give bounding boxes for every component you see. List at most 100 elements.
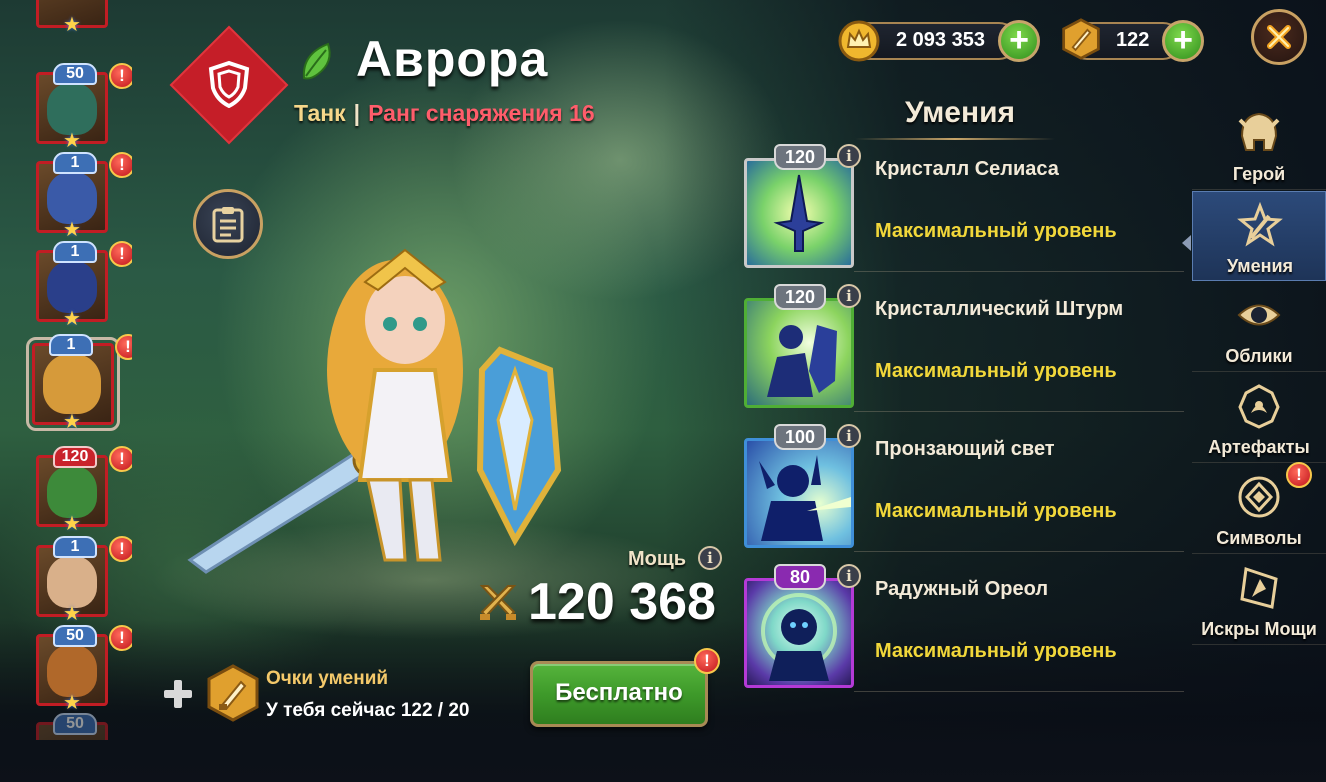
piercing-light-skill-icon[interactable] [744, 438, 854, 548]
add-gold-button[interactable]: + [998, 20, 1040, 62]
skill-status: Максимальный уровень [875, 640, 1117, 662]
nav-active-pointer [1182, 235, 1191, 251]
free-button-alert-icon: ! [694, 648, 720, 674]
skill-points-title: Очки умений [266, 668, 389, 689]
hero-slot[interactable]: 1 ! ★ [36, 536, 132, 625]
alert-icon: ! [109, 152, 132, 178]
leaf-icon [302, 42, 331, 80]
nav-label: Облики [1225, 346, 1293, 366]
hero-level-badge: 120 [53, 446, 97, 468]
star-icon: ★ [63, 308, 81, 330]
nav-item-power-sparks[interactable]: Искры Мощи [1192, 555, 1326, 645]
eye-icon [1237, 304, 1281, 326]
skill-row[interactable]: 80 i Радужный Ореол Максимальный уровень [744, 564, 1184, 696]
hero-list[interactable]: ★ 50 ! ★ 1 ! ★ 1 ! ★ 1 ! ★ 120 ! ★ 1 ! ★… [22, 0, 132, 740]
hero-level-badge: 1 [53, 536, 97, 558]
skill-info-icon[interactable]: i [837, 424, 861, 448]
skill-divider [854, 411, 1184, 412]
skill-name: Кристаллический Штурм [875, 298, 1124, 320]
skill-name: Радужный Ореол [875, 578, 1049, 600]
skill-name: Пронзающий свет [875, 438, 1055, 460]
hero-level-badge: 50 [53, 713, 97, 735]
artifact-icon [1238, 384, 1280, 429]
clipboard-icon [212, 207, 244, 243]
star-icon: ★ [63, 692, 81, 714]
nav-item-skins[interactable]: Облики [1192, 282, 1326, 372]
skill-info-icon[interactable]: i [837, 144, 861, 168]
skill-points-icon [207, 664, 259, 722]
power-info-icon[interactable]: i [698, 546, 722, 570]
skill-points-amount: 122 [1116, 29, 1150, 51]
nav-item-glyphs[interactable]: Символы ! [1192, 462, 1326, 554]
skill-name: Кристалл Селиаса [875, 158, 1059, 180]
add-skill-points-button[interactable]: + [1162, 20, 1204, 62]
skill-status: Максимальный уровень [875, 220, 1117, 242]
free-button[interactable]: Бесплатно [530, 661, 708, 727]
hero-slot[interactable]: 50 ! ★ [36, 625, 132, 714]
hero-slot[interactable]: 1 ! ★ [36, 241, 132, 330]
alert-icon: ! [109, 446, 132, 472]
hero-slot-selected[interactable]: 1 ! ★ [26, 334, 132, 433]
close-icon [1267, 25, 1291, 49]
power-label: Мощь [628, 548, 687, 570]
spark-icon [1240, 567, 1278, 609]
nav-label: Герой [1232, 164, 1286, 184]
sword-hex-icon [1062, 18, 1100, 60]
helmet-icon [1238, 112, 1280, 151]
skill-row[interactable]: 120 i Кристаллический Штурм Максимальный… [744, 284, 1184, 416]
skill-points-count: У тебя сейчас 122 / 20 [266, 700, 470, 721]
right-nav: Герой Умения Облики Артефакты Символы ! [1192, 100, 1326, 660]
skills-header-divider [855, 138, 1055, 140]
hero-level-badge: 50 [53, 625, 97, 647]
shield-icon [202, 56, 256, 112]
plus-icon[interactable] [162, 678, 194, 710]
hero-role: Танк [294, 100, 346, 126]
star-icon: ★ [63, 14, 81, 36]
star-icon: ★ [63, 513, 81, 535]
hero-name: Аврора [356, 31, 549, 87]
hero-info-button[interactable] [193, 189, 263, 259]
crystal-assault-skill-icon[interactable] [744, 298, 854, 408]
skill-status: Максимальный уровень [875, 500, 1117, 522]
nav-item-hero[interactable]: Герой [1192, 100, 1326, 190]
crown-coin-icon [838, 20, 880, 62]
nav-label: Умения [1226, 256, 1294, 276]
crossed-swords-icon [479, 585, 517, 620]
crystal-sword-skill-icon[interactable] [744, 158, 854, 268]
equipment-rank: Ранг снаряжения 16 [368, 100, 595, 126]
alert-icon: ! [109, 536, 132, 562]
rainbow-halo-skill-icon[interactable] [744, 578, 854, 688]
skill-level-badge: 100 [774, 424, 826, 450]
skill-status: Максимальный уровень [875, 360, 1117, 382]
power-value: 120 368 [528, 573, 716, 631]
alert-icon: ! [109, 63, 132, 89]
nav-label: Артефакты [1208, 437, 1310, 457]
skill-info-icon[interactable]: i [837, 564, 861, 588]
star-icon: ★ [63, 130, 81, 152]
hero-slot-partial-top[interactable]: ★ [36, 0, 108, 36]
hero-slot[interactable]: 1 ! ★ [36, 152, 132, 241]
skills-header: Умения [904, 96, 1016, 129]
nav-item-artifacts[interactable]: Артефакты [1192, 373, 1326, 463]
hero-avatar [43, 354, 101, 414]
hero-level-badge: 1 [49, 334, 93, 356]
skill-divider [854, 691, 1184, 692]
glyph-icon [1238, 476, 1280, 518]
hero-level-badge: 1 [53, 241, 97, 263]
hero-slot[interactable]: 50 ! ★ [36, 63, 132, 152]
nav-label: Символы [1216, 528, 1302, 548]
alert-icon: ! [1286, 462, 1312, 488]
skill-info-icon[interactable]: i [837, 284, 861, 308]
hero-slot-partial-bottom[interactable]: 50 [36, 713, 108, 740]
skill-row[interactable]: 100 i Пронзающий свет Максимальный урове… [744, 424, 1184, 556]
subtitle-separator: | [353, 100, 361, 126]
skill-divider [854, 551, 1184, 552]
hero-slot[interactable]: 120 ! ★ [36, 446, 132, 535]
close-button[interactable] [1251, 9, 1307, 65]
alert-icon: ! [115, 334, 132, 360]
nav-label: Искры Мощи [1201, 619, 1317, 639]
nav-item-skills[interactable]: Умения [1192, 191, 1326, 281]
hero-level-badge: 1 [53, 152, 97, 174]
alert-icon: ! [109, 625, 132, 651]
skill-row[interactable]: 120 i Кристалл Селиаса Максимальный уров… [744, 144, 1184, 276]
